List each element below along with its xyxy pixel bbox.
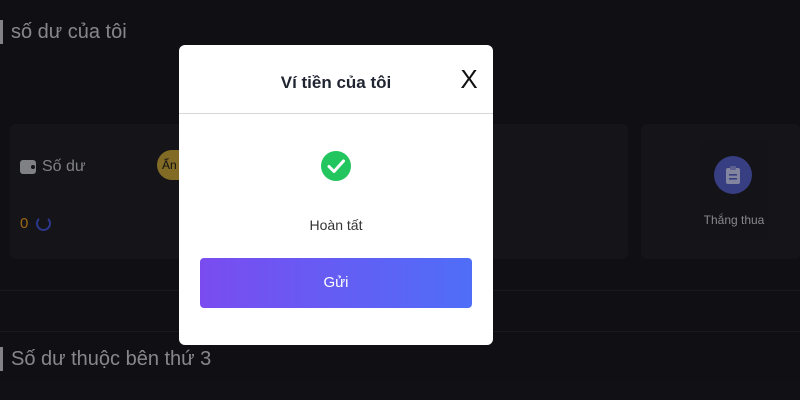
check-circle-icon [321, 151, 351, 181]
checkmark-glyph [327, 159, 345, 173]
send-button-label: Gửi [323, 274, 349, 291]
close-icon[interactable]: X [455, 65, 483, 93]
wallet-modal: Ví tiền của tôi X Hoàn tất Gửi [179, 45, 493, 345]
status-text: Hoàn tất [309, 217, 363, 233]
modal-title: Ví tiền của tôi [280, 73, 392, 92]
modal-divider [179, 113, 493, 114]
send-button[interactable]: Gửi [200, 258, 472, 308]
